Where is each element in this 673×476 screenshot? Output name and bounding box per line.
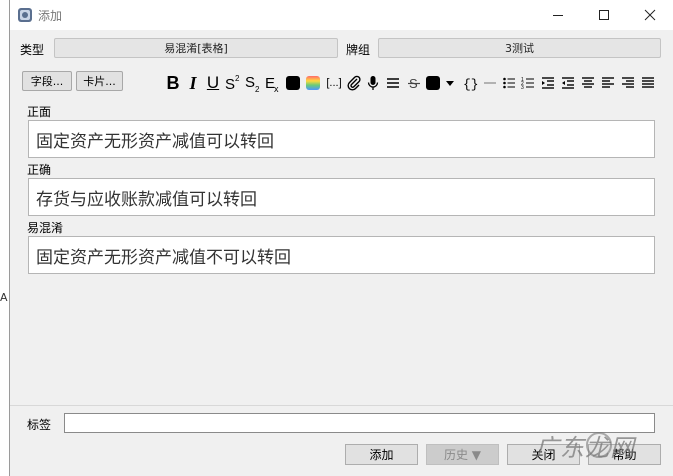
cards-button[interactable]: 卡片...	[76, 71, 123, 91]
font-color-icon[interactable]	[424, 73, 442, 93]
microphone-icon[interactable]	[364, 73, 382, 93]
highlight-color-icon[interactable]	[304, 73, 322, 93]
background-window-edge: A	[0, 0, 9, 476]
code-braces-icon[interactable]: {}	[461, 73, 479, 93]
align-left-icon[interactable]	[600, 73, 616, 93]
svg-text:S: S	[245, 74, 255, 91]
note-type-label: 类型	[20, 43, 45, 57]
numbered-list-icon[interactable]: 123	[520, 73, 536, 93]
bullet-list-icon[interactable]	[501, 73, 517, 93]
svg-text:x: x	[274, 84, 279, 93]
fields-button[interactable]: 字段...	[22, 71, 72, 91]
svg-text:{}: {}	[463, 77, 478, 91]
field-label-front: 正面	[27, 105, 52, 119]
svg-text:3: 3	[521, 85, 524, 90]
bold-button[interactable]: B	[165, 73, 181, 93]
field-front-editor[interactable]: 固定资产无形资产减值可以转回	[28, 120, 655, 158]
underline-button[interactable]: U	[205, 73, 221, 93]
background-window-text: A	[0, 291, 8, 304]
cloze-button[interactable]: [...]	[324, 73, 344, 93]
align-center-icon[interactable]	[580, 73, 596, 93]
field-label-confusable: 易混淆	[27, 221, 64, 235]
text-color-icon[interactable]	[284, 73, 302, 93]
justify-icon[interactable]	[640, 73, 656, 93]
superscript-icon[interactable]: S2	[224, 73, 242, 93]
svg-text:S: S	[225, 76, 235, 93]
field-correct-editor[interactable]: 存货与应收账款减值可以转回	[28, 178, 655, 216]
menu-icon[interactable]	[384, 73, 402, 93]
svg-text:2: 2	[255, 85, 260, 93]
field-label-correct: 正确	[27, 163, 52, 177]
horizontal-rule-icon[interactable]	[482, 73, 498, 93]
title-bar: 添加	[10, 0, 673, 30]
field-confusable-editor[interactable]: 固定资产无形资产减值不可以转回	[28, 236, 655, 274]
subscript-icon[interactable]: S2	[244, 73, 262, 93]
maximize-button[interactable]	[581, 0, 627, 30]
add-note-dialog: 添加 类型 易混淆[表格] 牌组 3测试 字段... 卡片... B I U S…	[9, 0, 673, 476]
window-title: 添加	[38, 9, 63, 23]
clear-format-icon[interactable]: Ex	[264, 73, 282, 93]
outdent-icon[interactable]	[560, 73, 576, 93]
divider	[10, 405, 673, 406]
svg-text:2: 2	[235, 74, 240, 83]
attach-icon[interactable]	[345, 73, 363, 93]
close-window-button[interactable]	[627, 0, 673, 30]
deck-selector[interactable]: 3测试	[378, 38, 661, 58]
watermark-text: 广东龙网	[535, 434, 635, 462]
minimize-button[interactable]	[535, 0, 581, 30]
deck-label: 牌组	[346, 43, 371, 57]
tags-label: 标签	[27, 418, 52, 432]
history-button[interactable]: 历史 ▼	[426, 444, 499, 465]
note-type-selector[interactable]: 易混淆[表格]	[54, 38, 338, 58]
font-color-dropdown-icon[interactable]	[444, 73, 456, 93]
anki-app-icon	[17, 7, 33, 23]
align-right-icon[interactable]	[620, 73, 636, 93]
italic-button[interactable]: I	[185, 73, 201, 93]
add-button[interactable]: 添加	[345, 444, 418, 465]
strikethrough-icon[interactable]: S	[405, 73, 423, 93]
indent-icon[interactable]	[540, 73, 556, 93]
